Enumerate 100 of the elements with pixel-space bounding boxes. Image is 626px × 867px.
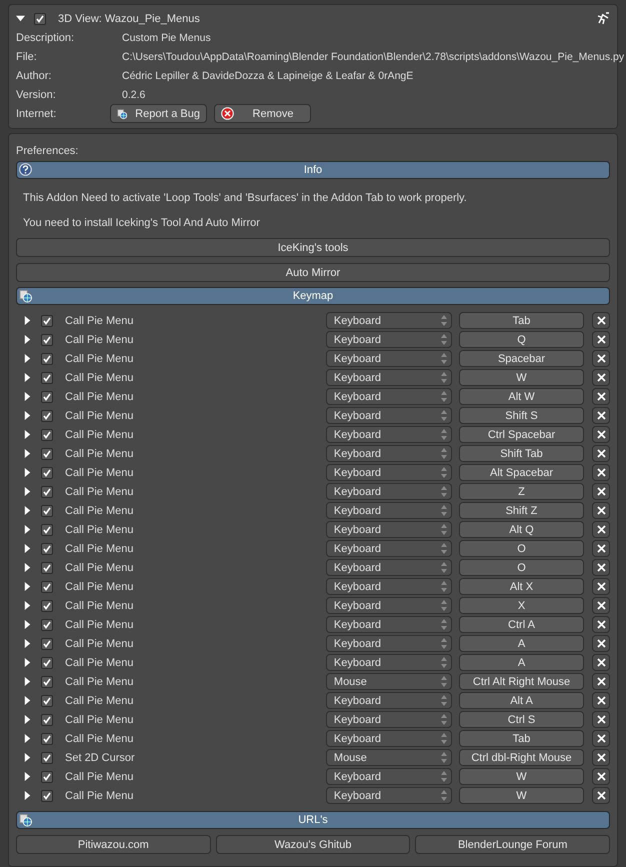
remove-button[interactable] <box>592 445 610 462</box>
link-button[interactable]: BlenderLounge Forum <box>415 835 610 854</box>
expand-triangle-icon[interactable] <box>23 430 32 439</box>
active-checkbox[interactable] <box>41 694 53 706</box>
remove-button[interactable] <box>592 635 610 652</box>
expand-triangle-icon[interactable] <box>23 506 32 515</box>
expand-triangle-icon[interactable] <box>23 601 32 610</box>
expand-triangle-icon[interactable] <box>23 582 32 591</box>
install-button[interactable]: Auto Mirror <box>16 263 610 282</box>
input-type-dropdown[interactable]: Keyboard <box>326 711 452 728</box>
remove-button[interactable] <box>592 578 610 595</box>
remove-button[interactable] <box>592 426 610 443</box>
active-checkbox[interactable] <box>41 752 53 764</box>
remove-button[interactable] <box>592 768 610 785</box>
input-type-dropdown[interactable]: Keyboard <box>326 426 452 443</box>
active-checkbox[interactable] <box>41 600 53 612</box>
input-type-dropdown[interactable]: Keyboard <box>326 312 452 329</box>
active-checkbox[interactable] <box>41 618 53 630</box>
input-type-dropdown[interactable]: Keyboard <box>326 407 452 424</box>
key-button[interactable]: Ctrl A <box>458 616 584 633</box>
expand-triangle-icon[interactable] <box>23 753 32 762</box>
active-checkbox[interactable] <box>41 638 53 650</box>
input-type-dropdown[interactable]: Keyboard <box>326 521 452 538</box>
key-button[interactable]: Tab <box>458 312 584 329</box>
expand-triangle-icon[interactable] <box>23 373 32 382</box>
expand-triangle-icon[interactable] <box>23 658 32 667</box>
expand-triangle-icon[interactable] <box>16 14 25 23</box>
active-checkbox[interactable] <box>41 314 53 326</box>
active-checkbox[interactable] <box>41 466 53 478</box>
remove-button[interactable] <box>592 749 610 766</box>
input-type-dropdown[interactable]: Keyboard <box>326 350 452 367</box>
input-type-dropdown[interactable]: Keyboard <box>326 635 452 652</box>
key-button[interactable]: O <box>458 540 584 557</box>
key-button[interactable]: Spacebar <box>458 350 584 367</box>
expand-triangle-icon[interactable] <box>23 392 32 401</box>
remove-button[interactable] <box>592 369 610 386</box>
remove-button[interactable] <box>592 407 610 424</box>
expand-triangle-icon[interactable] <box>23 620 32 629</box>
expand-triangle-icon[interactable] <box>23 677 32 686</box>
remove-button[interactable] <box>592 711 610 728</box>
key-button[interactable]: A <box>458 635 584 652</box>
key-button[interactable]: W <box>458 369 584 386</box>
active-checkbox[interactable] <box>41 390 53 402</box>
expand-triangle-icon[interactable] <box>23 734 32 743</box>
input-type-dropdown[interactable]: Keyboard <box>326 502 452 519</box>
remove-button[interactable] <box>592 730 610 747</box>
remove-button[interactable] <box>592 673 610 690</box>
input-type-dropdown[interactable]: Keyboard <box>326 464 452 481</box>
active-checkbox[interactable] <box>41 580 53 592</box>
active-checkbox[interactable] <box>41 714 53 726</box>
active-checkbox[interactable] <box>41 790 53 802</box>
input-type-dropdown[interactable]: Keyboard <box>326 445 452 462</box>
remove-button[interactable] <box>592 616 610 633</box>
key-button[interactable]: Alt A <box>458 692 584 709</box>
expand-triangle-icon[interactable] <box>23 715 32 724</box>
remove-button[interactable]: Remove <box>214 104 311 123</box>
active-checkbox[interactable] <box>41 542 53 554</box>
report-bug-button[interactable]: Report a Bug <box>110 104 207 123</box>
remove-button[interactable] <box>592 559 610 576</box>
key-button[interactable]: Alt W <box>458 388 584 405</box>
active-checkbox[interactable] <box>41 770 53 782</box>
key-button[interactable]: Alt X <box>458 578 584 595</box>
input-type-dropdown[interactable]: Keyboard <box>326 616 452 633</box>
remove-button[interactable] <box>592 597 610 614</box>
active-checkbox[interactable] <box>41 428 53 440</box>
active-checkbox[interactable] <box>41 732 53 744</box>
expand-triangle-icon[interactable] <box>23 411 32 420</box>
expand-triangle-icon[interactable] <box>23 468 32 477</box>
expand-triangle-icon[interactable] <box>23 639 32 648</box>
input-type-dropdown[interactable]: Keyboard <box>326 559 452 576</box>
expand-triangle-icon[interactable] <box>23 544 32 553</box>
input-type-dropdown[interactable]: Keyboard <box>326 730 452 747</box>
install-button[interactable]: IceKing's tools <box>16 238 610 257</box>
key-button[interactable]: Alt Q <box>458 521 584 538</box>
key-button[interactable]: Ctrl Alt Right Mouse <box>458 673 584 690</box>
input-type-dropdown[interactable]: Mouse <box>326 673 452 690</box>
input-type-dropdown[interactable]: Keyboard <box>326 331 452 348</box>
key-button[interactable]: Ctrl Spacebar <box>458 426 584 443</box>
key-button[interactable]: Z <box>458 483 584 500</box>
key-button[interactable]: Tab <box>458 730 584 747</box>
key-button[interactable]: Q <box>458 331 584 348</box>
enable-checkbox[interactable] <box>34 12 46 24</box>
remove-button[interactable] <box>592 787 610 804</box>
key-button[interactable]: O <box>458 559 584 576</box>
input-type-dropdown[interactable]: Keyboard <box>326 597 452 614</box>
key-button[interactable]: W <box>458 768 584 785</box>
link-button[interactable]: Pitiwazou.com <box>16 835 211 854</box>
input-type-dropdown[interactable]: Keyboard <box>326 787 452 804</box>
active-checkbox[interactable] <box>41 410 53 422</box>
active-checkbox[interactable] <box>41 524 53 536</box>
expand-triangle-icon[interactable] <box>23 696 32 705</box>
key-button[interactable]: A <box>458 654 584 671</box>
input-type-dropdown[interactable]: Keyboard <box>326 692 452 709</box>
expand-triangle-icon[interactable] <box>23 487 32 496</box>
key-button[interactable]: X <box>458 597 584 614</box>
input-type-dropdown[interactable]: Keyboard <box>326 483 452 500</box>
expand-triangle-icon[interactable] <box>23 563 32 572</box>
remove-button[interactable] <box>592 388 610 405</box>
remove-button[interactable] <box>592 654 610 671</box>
active-checkbox[interactable] <box>41 352 53 364</box>
